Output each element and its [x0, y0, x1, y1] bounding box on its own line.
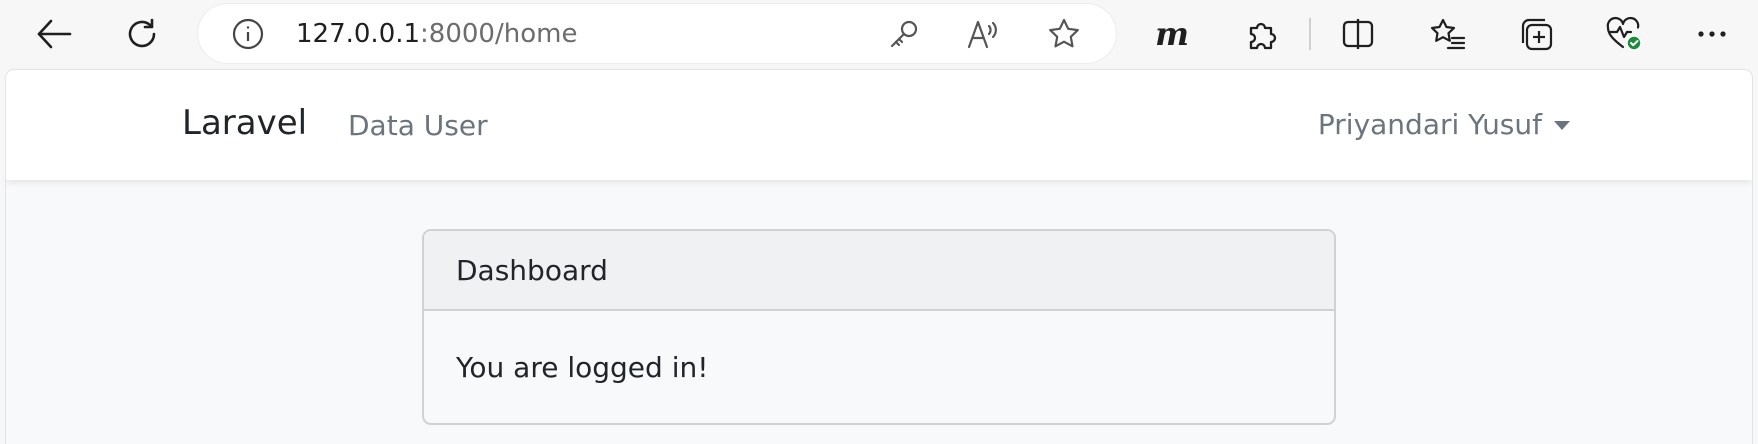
back-arrow-icon — [37, 19, 72, 49]
user-name: Priyandari Yusuf — [1317, 108, 1542, 141]
extensions-puzzle-icon[interactable] — [1240, 14, 1284, 54]
toolbar-divider — [1309, 18, 1311, 50]
site-info-icon[interactable] — [232, 18, 264, 50]
brand-link[interactable]: Laravel — [182, 103, 307, 143]
browser-toolbar: 127.0.0.1:8000/home m — [0, 0, 1758, 68]
dashboard-card: Dashboard You are logged in! — [422, 229, 1336, 425]
address-bar[interactable]: 127.0.0.1:8000/home — [198, 4, 1116, 63]
favorites-list-icon[interactable] — [1426, 14, 1470, 54]
refresh-button[interactable] — [116, 10, 168, 58]
url-path: :8000/home — [420, 19, 578, 49]
app-navbar: Laravel Data User Priyandari Yusuf — [6, 70, 1752, 180]
more-options-icon[interactable] — [1690, 14, 1734, 54]
refresh-icon — [128, 18, 156, 48]
browser-essentials-icon[interactable] — [1602, 14, 1646, 54]
nav-link-data-user[interactable]: Data User — [348, 109, 488, 142]
read-aloud-icon[interactable] — [966, 16, 1002, 52]
back-button[interactable] — [28, 10, 80, 58]
card-body: You are logged in! — [456, 350, 709, 384]
key-icon[interactable] — [886, 16, 922, 52]
collections-icon[interactable] — [1514, 14, 1558, 54]
page-viewport: Laravel Data User Priyandari Yusuf Dashb… — [6, 70, 1752, 444]
extension-m-icon[interactable]: m — [1150, 14, 1194, 54]
user-dropdown[interactable]: Priyandari Yusuf — [1318, 108, 1570, 141]
url-host: 127.0.0.1 — [296, 19, 421, 49]
card-header: Dashboard — [424, 231, 1334, 311]
url-text[interactable]: 127.0.0.1:8000/home — [296, 18, 577, 50]
split-screen-icon[interactable] — [1336, 14, 1380, 54]
favorite-star-icon[interactable] — [1046, 16, 1082, 52]
caret-down-icon — [1554, 121, 1570, 130]
extension-m-label: m — [1155, 15, 1189, 53]
